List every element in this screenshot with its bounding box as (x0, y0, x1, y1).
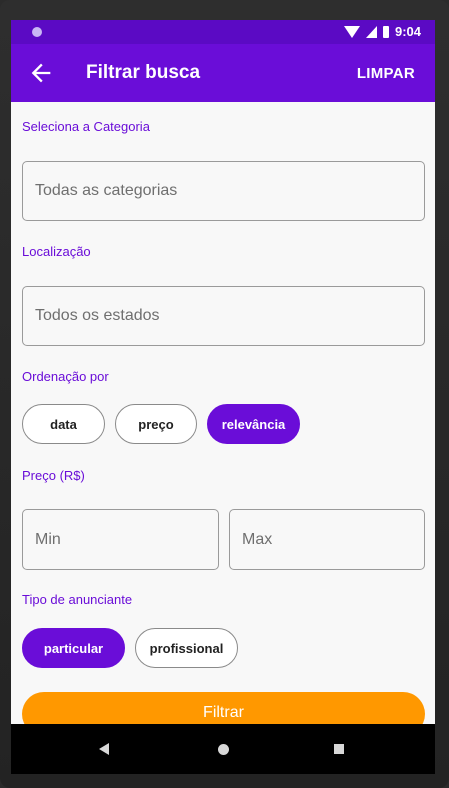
price-min-input[interactable] (23, 510, 218, 569)
category-label: Seleciona a Categoria (22, 119, 150, 134)
navigation-bar (11, 724, 435, 774)
back-arrow-icon[interactable] (27, 59, 55, 87)
clear-button[interactable]: LIMPAR (357, 65, 415, 82)
category-field[interactable] (22, 161, 425, 221)
price-label: Preço (R$) (22, 468, 85, 483)
location-label: Localização (22, 244, 91, 259)
nav-back-icon[interactable] (99, 743, 109, 755)
notification-dot-icon (32, 27, 42, 37)
advertiser-label: Tipo de anunciante (22, 592, 133, 607)
price-max-field[interactable] (229, 509, 425, 570)
advertiser-chip-profissional[interactable]: profissional (135, 628, 238, 668)
status-icons: 9:04 (343, 24, 421, 39)
signal-icon (365, 25, 377, 38)
app-bar: Filtrar busca LIMPAR (11, 44, 435, 102)
wifi-icon (343, 25, 360, 38)
status-time: 9:04 (394, 24, 421, 39)
location-field[interactable] (22, 286, 425, 346)
sort-label: Ordenação por (22, 369, 109, 384)
location-input[interactable] (23, 287, 424, 345)
battery-icon (382, 25, 389, 38)
status-bar: 9:04 (11, 20, 435, 44)
nav-home-icon[interactable] (218, 744, 229, 755)
screen: 9:04 Filtrar busca LIMPAR Seleciona a Ca… (11, 20, 435, 774)
nav-recent-icon[interactable] (334, 744, 344, 754)
sort-chip-data[interactable]: data (22, 404, 105, 444)
price-min-field[interactable] (22, 509, 219, 570)
phone-frame: 9:04 Filtrar busca LIMPAR Seleciona a Ca… (0, 0, 449, 788)
advertiser-chip-particular[interactable]: particular (22, 628, 125, 668)
price-max-input[interactable] (230, 510, 424, 569)
sort-chip-preco[interactable]: preço (115, 404, 197, 444)
sort-chip-relevancia[interactable]: relevância (207, 404, 300, 444)
page-title: Filtrar busca (86, 62, 201, 83)
category-input[interactable] (23, 162, 424, 220)
